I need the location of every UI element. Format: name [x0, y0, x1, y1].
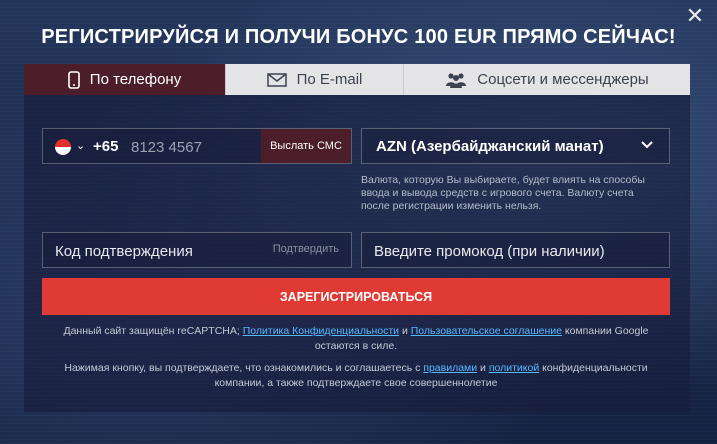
- phone-icon: [67, 70, 80, 89]
- recaptcha-and: и: [399, 325, 411, 337]
- country-code: +65: [93, 138, 119, 155]
- privacy-policy-link[interactable]: Политика Конфиденциальности: [243, 325, 399, 337]
- recaptcha-notice: Данный сайт защищён reCAPTCHA; Политика …: [42, 324, 670, 354]
- rules-link[interactable]: правилами: [423, 362, 477, 374]
- promo-input[interactable]: [374, 239, 659, 263]
- policy-link[interactable]: политикой: [489, 362, 539, 374]
- users-icon: [445, 72, 467, 88]
- modal-title: РЕГИСТРИРУЙСЯ И ПОЛУЧИ БОНУС 100 EUR ПРЯ…: [41, 26, 676, 48]
- register-button[interactable]: ЗАРЕГИСТРИРОВАТЬСЯ: [42, 278, 670, 315]
- singapore-flag-icon[interactable]: [55, 139, 71, 155]
- promo-field: [361, 232, 670, 268]
- registration-panel: По телефону По E-mail Соцсети и мессендж…: [24, 64, 690, 412]
- tab-phone[interactable]: По телефону: [24, 64, 226, 95]
- recaptcha-prefix: Данный сайт защищён reCAPTCHA;: [63, 325, 243, 337]
- confirm-button[interactable]: Подтвердить: [273, 243, 339, 255]
- agreement-notice: Нажимая кнопку, вы подтверждаете, что оз…: [42, 361, 670, 391]
- chevron-down-icon[interactable]: ⌄: [76, 139, 85, 152]
- currency-note: Валюта, которую Вы выбираете, будет влия…: [361, 174, 645, 212]
- agree-prefix: Нажимая кнопку, вы подтверждаете, что оз…: [64, 362, 424, 374]
- phone-input[interactable]: [131, 135, 261, 159]
- tab-email-label: По E-mail: [296, 71, 363, 88]
- phone-field: ⌄ +65 Выслать СМС: [42, 128, 352, 164]
- terms-link[interactable]: Пользовательское соглашение: [411, 325, 562, 337]
- confirm-code-field: Подтвердить: [42, 232, 352, 268]
- tab-email[interactable]: По E-mail: [226, 64, 404, 95]
- tab-social[interactable]: Соцсети и мессенджеры: [404, 64, 690, 95]
- chevron-down-icon: [639, 137, 655, 153]
- tab-social-label: Соцсети и мессенджеры: [477, 71, 649, 88]
- mail-icon: [266, 72, 287, 87]
- close-icon[interactable]: ✕: [685, 5, 705, 27]
- send-sms-button[interactable]: Выслать СМС: [261, 129, 351, 163]
- currency-value: AZN (Азербайджанский манат): [376, 138, 604, 155]
- tab-phone-label: По телефону: [89, 71, 182, 88]
- agree-and: и: [477, 362, 489, 374]
- tab-bar: По телефону По E-mail Соцсети и мессендж…: [24, 64, 690, 95]
- confirm-code-input[interactable]: [55, 239, 255, 263]
- currency-select[interactable]: AZN (Азербайджанский манат): [361, 128, 670, 164]
